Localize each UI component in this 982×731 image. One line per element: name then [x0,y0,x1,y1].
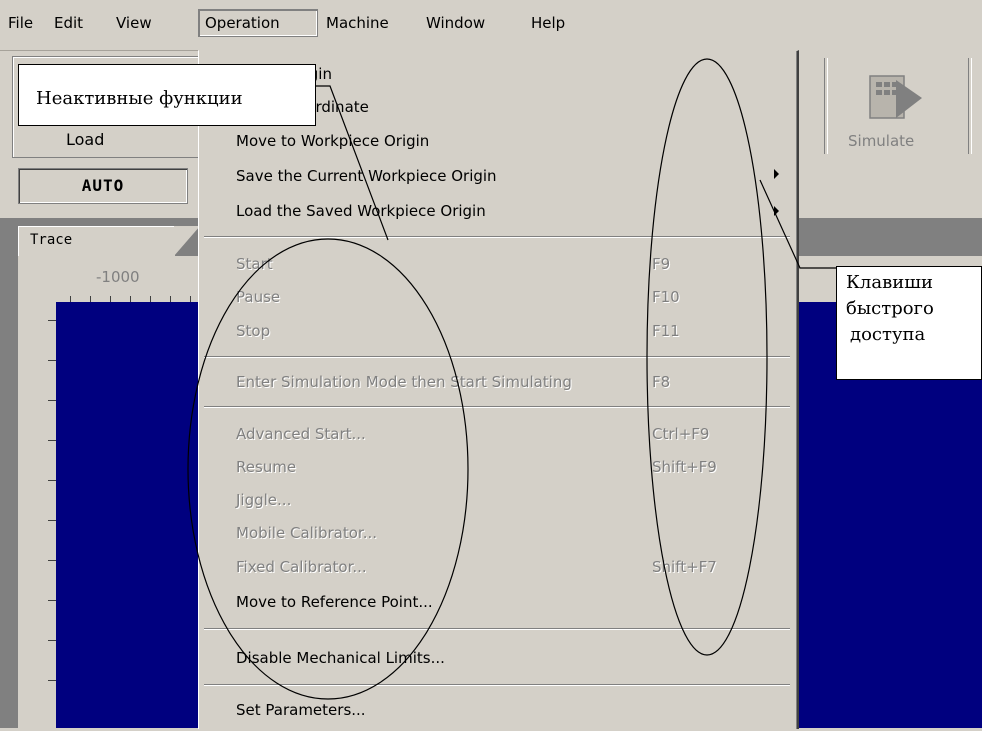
hotkeys-label: Клавиши быстрого доступа [846,270,934,348]
inactive-functions-label: Неактивные функции [36,88,243,109]
hotkeys-label-line2: быстрого [846,298,934,319]
hotkeys-label-line1: Клавиши [846,272,933,293]
hotkeys-ellipse [646,58,768,656]
inactive-functions-ellipse [187,238,469,700]
inactive-functions-leader [314,85,389,241]
hotkeys-leader [759,179,836,269]
hotkeys-label-line3: доступа [850,324,926,345]
